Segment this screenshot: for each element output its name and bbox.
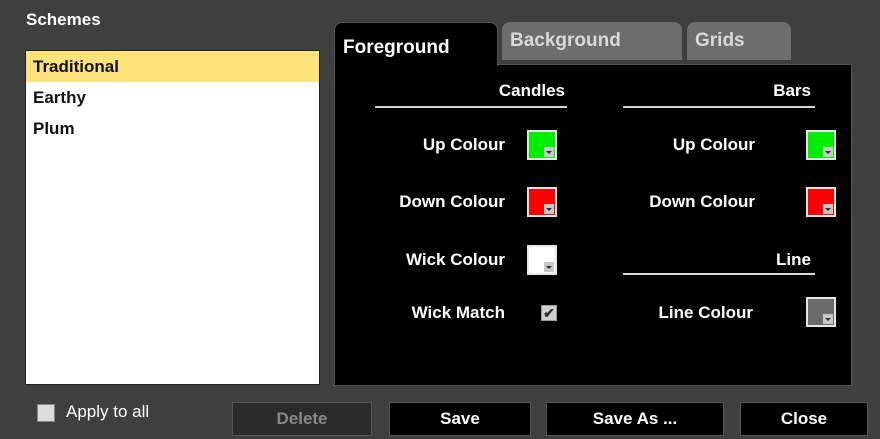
candles-wick-color-picker[interactable] [527, 245, 557, 275]
scheme-item-plum[interactable]: Plum [26, 113, 319, 144]
bars-heading: Bars [773, 81, 811, 100]
line-divider [623, 273, 815, 275]
wick-match-label: Wick Match [411, 303, 505, 322]
tab-background[interactable]: Background [502, 22, 682, 60]
foreground-panel: Candles Up Colour Down Colour Wick Colou… [334, 64, 852, 386]
line-heading: Line [776, 250, 811, 269]
dropdown-arrow-icon [544, 204, 554, 214]
save-button[interactable]: Save [389, 402, 531, 436]
dropdown-arrow-icon [544, 262, 554, 272]
candles-up-label: Up Colour [422, 135, 505, 154]
dropdown-arrow-icon [823, 204, 833, 214]
dropdown-arrow-icon [823, 147, 833, 157]
dropdown-arrow-icon [823, 314, 833, 324]
dropdown-arrow-icon [544, 147, 554, 157]
delete-button[interactable]: Delete [232, 402, 372, 436]
scheme-item-earthy[interactable]: Earthy [26, 82, 319, 113]
scheme-item-traditional[interactable]: Traditional [26, 51, 319, 82]
bars-down-color-picker[interactable] [806, 187, 836, 217]
candles-down-color-picker[interactable] [527, 187, 557, 217]
wick-match-checkbox[interactable]: ✔ [541, 305, 557, 321]
tab-grids[interactable]: Grids [687, 22, 791, 60]
close-button[interactable]: Close [740, 402, 868, 436]
bars-up-color-picker[interactable] [806, 130, 836, 160]
candles-down-label: Down Colour [399, 192, 505, 211]
bars-up-label: Up Colour [672, 135, 755, 154]
apply-to-all-checkbox[interactable] [37, 404, 55, 422]
save-as-button[interactable]: Save As ... [546, 402, 724, 436]
schemes-title: Schemes [26, 10, 101, 29]
candles-heading: Candles [498, 81, 565, 100]
candles-up-color-picker[interactable] [527, 130, 557, 160]
tab-foreground[interactable]: Foreground [334, 22, 498, 66]
candles-wick-label: Wick Colour [405, 250, 505, 269]
bars-down-label: Down Colour [649, 192, 755, 211]
apply-to-all-label: Apply to all [66, 402, 150, 421]
line-color-picker[interactable] [806, 297, 836, 327]
candles-divider [375, 106, 567, 108]
line-colour-label: Line Colour [658, 303, 753, 322]
scheme-list[interactable]: Traditional Earthy Plum [25, 50, 320, 385]
bars-divider [623, 106, 815, 108]
